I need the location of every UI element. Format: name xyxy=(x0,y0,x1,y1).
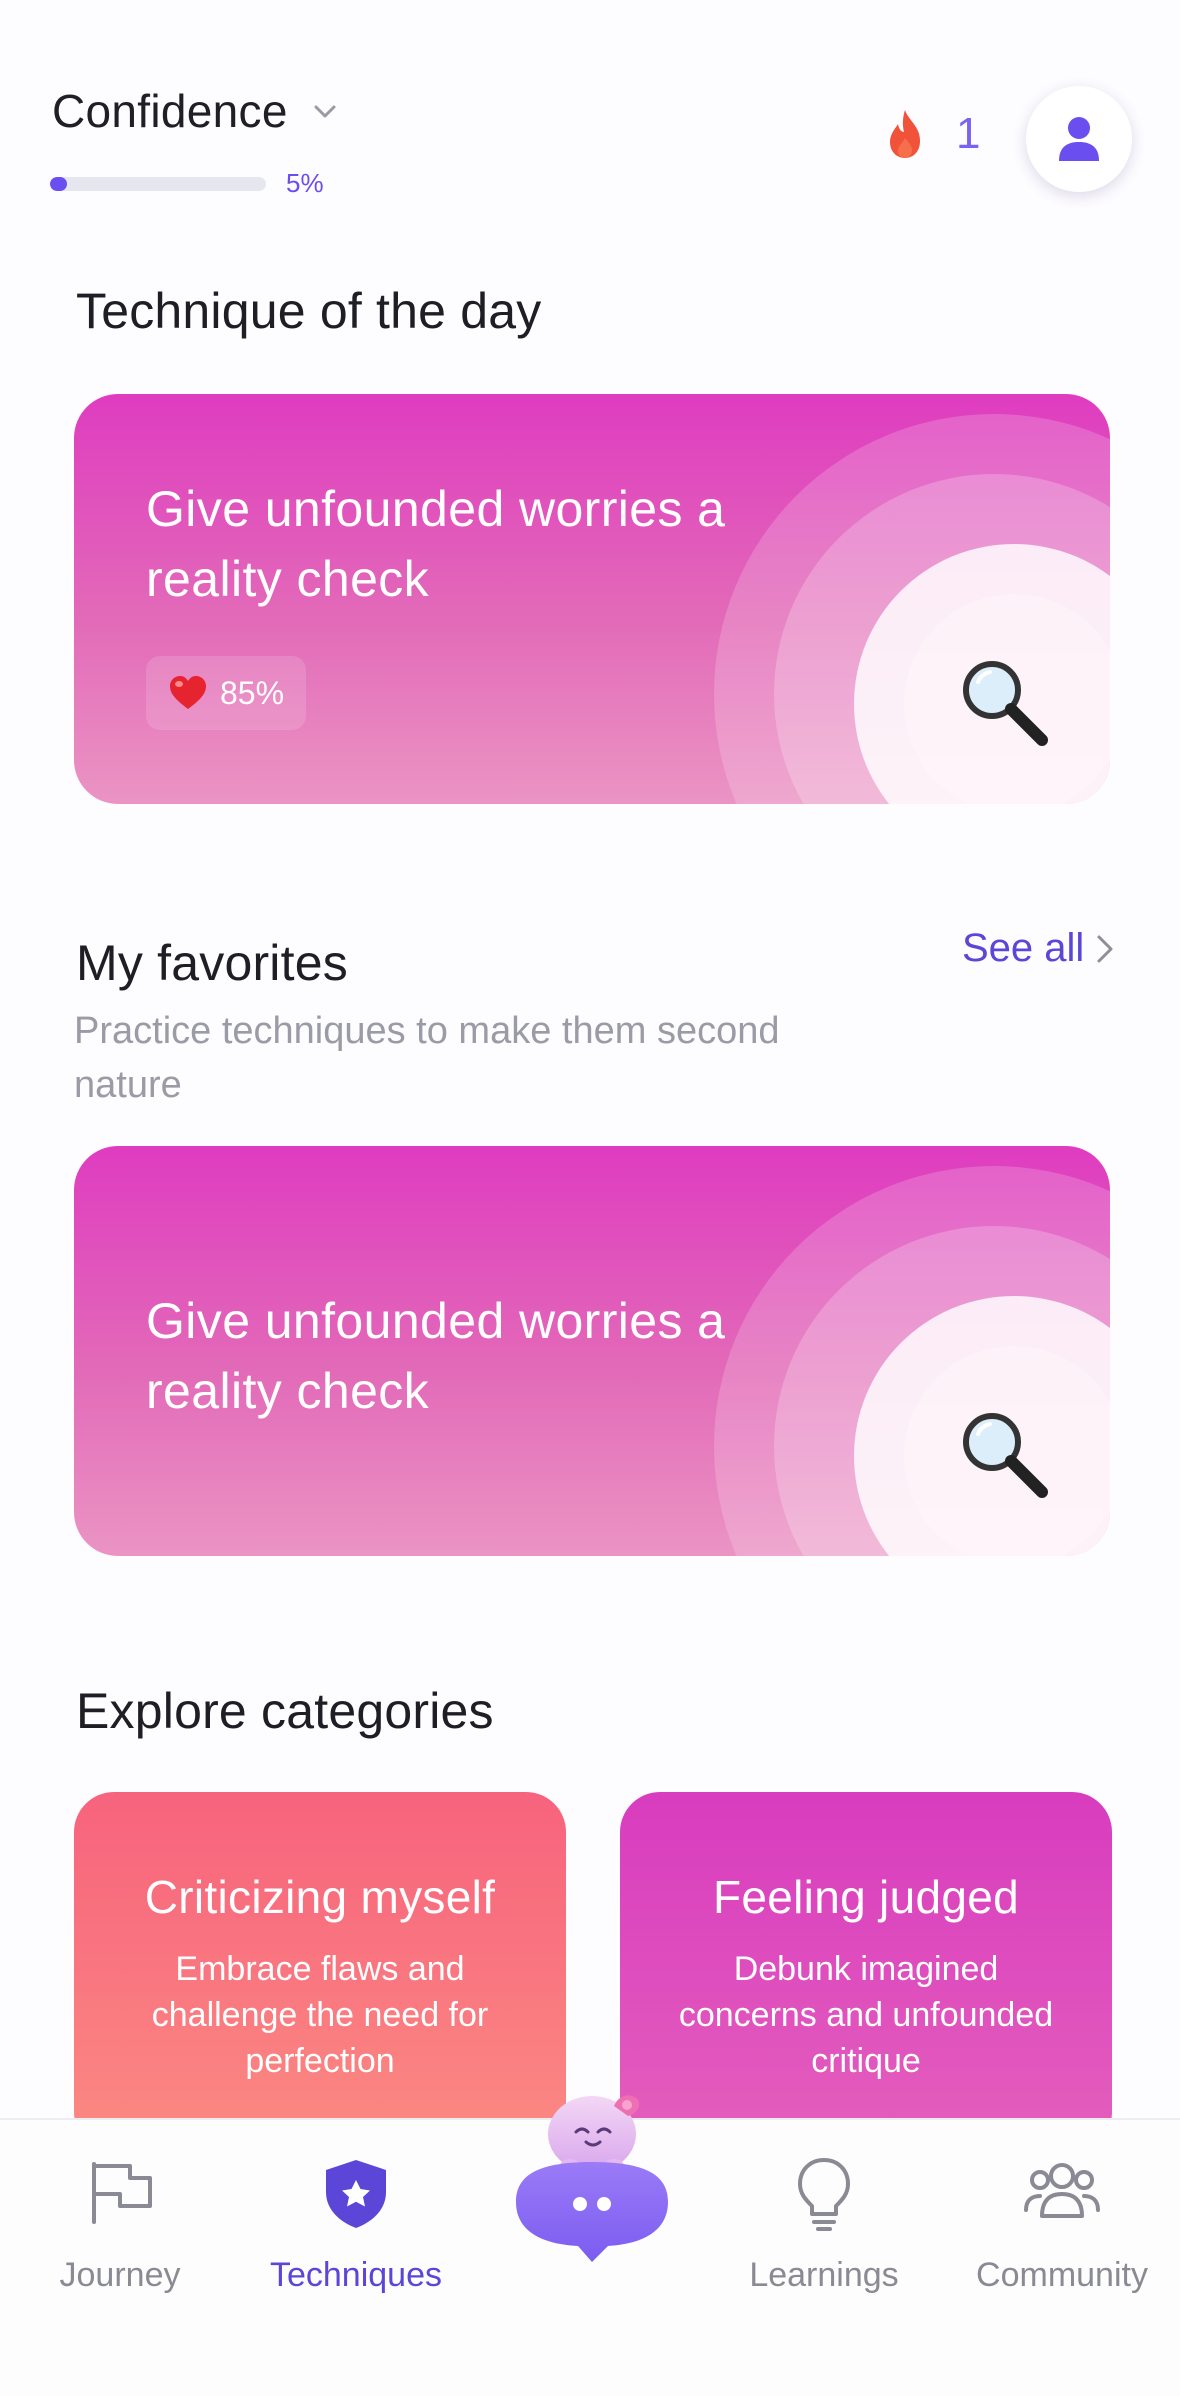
streak-counter[interactable]: 1 xyxy=(884,108,980,160)
user-icon xyxy=(1059,117,1099,161)
profile-button[interactable] xyxy=(1026,86,1132,192)
progress-bar xyxy=(50,176,266,191)
streak-count: 1 xyxy=(956,109,981,158)
heart-icon xyxy=(170,676,206,709)
category-card-criticizing-myself[interactable]: Criticizing myself Embrace flaws and cha… xyxy=(74,1792,566,2152)
rating-badge: 85% xyxy=(146,656,307,730)
nav-label: Community xyxy=(976,2256,1148,2294)
categories-title: Explore categories xyxy=(76,1683,494,1739)
technique-of-day-title: Technique of the day xyxy=(76,283,542,339)
goal-progress: 5% xyxy=(50,168,324,199)
magnifying-glass-icon xyxy=(963,661,1048,746)
technique-card-title: Give unfounded worries a reality check xyxy=(146,481,726,607)
progress-fill xyxy=(50,176,68,191)
nav-label: Journey xyxy=(59,2256,181,2294)
nav-item-community[interactable]: Community xyxy=(944,2120,1180,2320)
rating-value: 85% xyxy=(220,674,285,711)
chevron-down-icon xyxy=(314,105,336,118)
flame-icon xyxy=(890,110,920,158)
category-title: Criticizing myself xyxy=(144,1871,496,1923)
lightbulb-icon xyxy=(798,2158,850,2231)
progress-percent: 5% xyxy=(286,168,324,198)
flag-icon xyxy=(92,2162,152,2224)
favorites-subtitle: Practice techniques to make them second … xyxy=(74,1010,780,1106)
see-all-link[interactable]: See all xyxy=(962,926,1116,971)
category-description: Debunk imagined concerns and unfounded c… xyxy=(678,1950,1054,2080)
chat-mascot-button[interactable] xyxy=(496,2062,688,2262)
goal-selector[interactable]: Confidence xyxy=(52,84,340,138)
nav-label: Techniques xyxy=(269,2256,442,2294)
category-card-feeling-judged[interactable]: Feeling judged Debunk imagined concerns … xyxy=(620,1792,1112,2152)
nav-label: Learnings xyxy=(749,2256,899,2294)
shield-star-icon xyxy=(326,2160,386,2228)
nav-item-techniques[interactable]: Techniques xyxy=(238,2120,474,2320)
people-icon xyxy=(1024,2163,1100,2218)
category-title: Feeling judged xyxy=(713,1871,1019,1923)
top-header: Confidence 5% 1 xyxy=(0,0,1180,220)
magnifying-glass-icon xyxy=(963,1413,1048,1498)
nav-item-learnings[interactable]: Learnings xyxy=(706,2120,942,2320)
chevron-right-icon xyxy=(1097,935,1113,962)
favorite-technique-card[interactable]: Give unfounded worries a reality check xyxy=(74,1146,1110,1556)
see-all-label: See all xyxy=(962,926,1085,970)
favorite-card-title: Give unfounded worries a reality check xyxy=(146,1293,726,1419)
category-description: Embrace flaws and challenge the need for… xyxy=(151,1950,489,2080)
favorites-title: My favorites xyxy=(76,935,348,991)
goal-title: Confidence xyxy=(52,85,288,137)
nav-item-journey[interactable]: Journey xyxy=(2,2120,238,2320)
technique-of-day-card[interactable]: Give unfounded worries a reality check 8… xyxy=(74,394,1110,804)
